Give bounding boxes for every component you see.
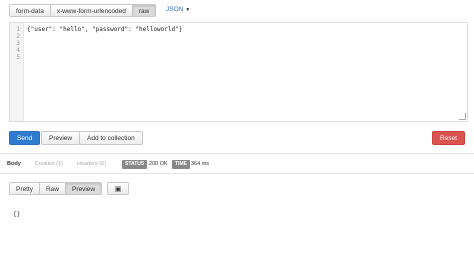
tab-cookies[interactable]: Cookies (1) <box>28 159 70 170</box>
view-mode-selector: Pretty Raw Preview <box>9 182 103 195</box>
raw-view-button[interactable]: Raw <box>38 182 66 195</box>
line-number: 5 <box>16 54 20 61</box>
line-number: 2 <box>16 33 20 40</box>
line-number: 3 <box>16 40 20 47</box>
add-to-collection-button[interactable]: Add to collection <box>79 131 143 145</box>
send-button[interactable]: Send <box>9 131 41 145</box>
pretty-button[interactable]: Pretty <box>9 182 40 195</box>
urlencoded-button[interactable]: x-www-form-urlencoded <box>49 4 133 17</box>
tab-body[interactable]: Body <box>0 159 28 170</box>
status-badge: STATUS <box>122 160 148 169</box>
preview-button[interactable]: Preview <box>41 131 81 145</box>
tabs-divider <box>0 173 474 174</box>
code-line[interactable]: {"user": "hello", "password": "helloworl… <box>27 26 182 33</box>
reset-button[interactable]: Reset <box>432 131 465 145</box>
form-data-button[interactable]: form-data <box>9 4 51 17</box>
body-mode-selector: form-data x-www-form-urlencoded raw <box>9 4 157 17</box>
response-tabs: Body Cookies (1) Headers (6) <box>0 159 113 170</box>
resize-handle-icon[interactable] <box>459 113 466 120</box>
tab-headers[interactable]: Headers (6) <box>70 159 113 170</box>
raw-button[interactable]: raw <box>131 4 157 17</box>
format-dropdown[interactable]: JSON ▼ <box>166 6 190 13</box>
response-body: {} <box>13 211 21 218</box>
wrap-lines-icon: ▣ <box>114 185 122 193</box>
caret-down-icon: ▼ <box>185 7 191 13</box>
time-badge: TIME <box>172 160 190 169</box>
request-body-editor[interactable]: 1 2 3 4 5 {"user": "hello", "password": … <box>9 22 468 122</box>
section-divider <box>0 153 474 154</box>
line-number: 4 <box>16 47 20 54</box>
status-value: 200 OK <box>149 161 168 167</box>
format-label: JSON <box>166 6 184 13</box>
time-value: 364 ms <box>191 161 210 167</box>
line-number-gutter: 1 2 3 4 5 <box>10 23 24 121</box>
wrap-lines-button[interactable]: ▣ <box>107 182 129 195</box>
preview-view-button[interactable]: Preview <box>65 182 103 195</box>
line-number: 1 <box>16 26 20 33</box>
